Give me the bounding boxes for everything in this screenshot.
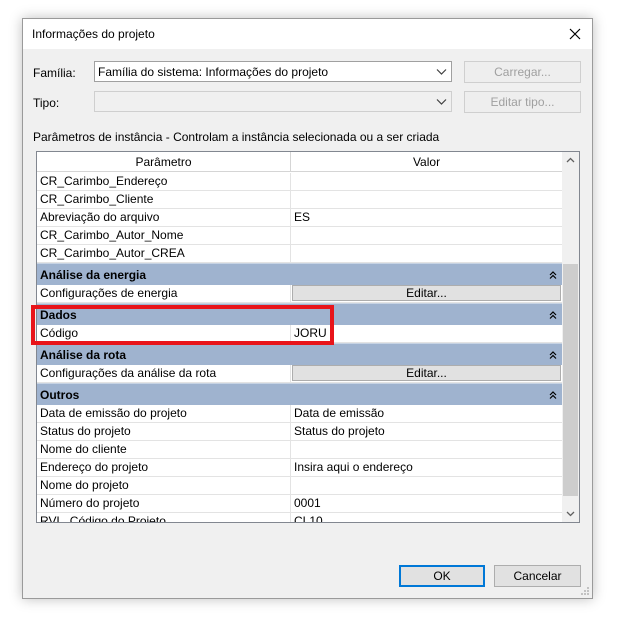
chevron-down-icon <box>436 69 447 75</box>
scroll-up-button[interactable] <box>562 152 579 169</box>
table-row[interactable]: Nome do cliente <box>37 441 563 459</box>
param-value[interactable] <box>291 191 563 208</box>
scroll-thumb[interactable] <box>563 264 578 496</box>
chevron-up-icon <box>566 157 575 163</box>
chevron-down-icon <box>436 99 447 105</box>
table-row[interactable]: Configurações da análise da rota Editar..… <box>37 365 563 383</box>
table-row[interactable]: CR_Carimbo_Endereço <box>37 173 563 191</box>
title-bar: Informações do projeto <box>23 19 592 49</box>
column-header-value[interactable]: Valor <box>291 152 563 172</box>
param-value: Editar... <box>291 365 563 382</box>
table-row[interactable]: Abreviação do arquivo ES <box>37 209 563 227</box>
group-header-other[interactable]: Outros <box>37 383 563 405</box>
edit-route-button[interactable]: Editar... <box>292 365 561 381</box>
table-row[interactable]: Data de emissão do projeto Data de emissã… <box>37 405 563 423</box>
param-name: Nome do cliente <box>37 441 291 458</box>
group-header-energy[interactable]: Análise da energia <box>37 263 563 285</box>
group-title: Análise da rota <box>40 347 127 362</box>
param-value[interactable] <box>291 245 563 262</box>
param-value[interactable]: Insira aqui o endereço <box>291 459 563 476</box>
table-row[interactable]: CR_Carimbo_Autor_CREA <box>37 245 563 263</box>
type-dropdown[interactable] <box>94 91 452 112</box>
instance-params-label: Parâmetros de instância - Controlam a in… <box>33 130 440 144</box>
close-icon <box>569 28 581 40</box>
param-name: Configurações de energia <box>37 285 291 302</box>
group-title: Outros <box>40 387 80 402</box>
chevron-down-icon <box>566 511 575 517</box>
param-value[interactable]: CL10 <box>291 513 563 522</box>
edit-energy-button[interactable]: Editar... <box>292 285 561 301</box>
collapse-icon[interactable] <box>549 390 557 399</box>
group-header-route[interactable]: Análise da rota <box>37 343 563 365</box>
param-name: Status do projeto <box>37 423 291 440</box>
collapse-icon[interactable] <box>549 310 557 319</box>
param-value[interactable]: 0001 <box>291 495 563 512</box>
param-name: Data de emissão do projeto <box>37 405 291 422</box>
param-name: CR_Carimbo_Autor_Nome <box>37 227 291 244</box>
param-value[interactable]: ES <box>291 209 563 226</box>
table-row[interactable]: Número do projeto 0001 <box>37 495 563 513</box>
scroll-down-button[interactable] <box>562 505 579 522</box>
family-value: Família do sistema: Informações do proje… <box>98 65 329 79</box>
param-value[interactable] <box>291 441 563 458</box>
table-row[interactable]: Configurações de energia Editar... <box>37 285 563 303</box>
family-label: Família: <box>33 66 76 80</box>
collapse-icon[interactable] <box>549 270 557 279</box>
group-title: Análise da energia <box>40 267 147 282</box>
param-name: CR_Carimbo_Endereço <box>37 173 291 190</box>
param-value[interactable] <box>291 227 563 244</box>
param-name: RVL_Código do Projeto <box>37 513 291 522</box>
table-row[interactable]: RVL_Código do Projeto CL10 <box>37 513 563 522</box>
resize-grip-icon[interactable] <box>580 586 590 596</box>
table-row[interactable]: CR_Carimbo_Cliente <box>37 191 563 209</box>
param-name: CR_Carimbo_Cliente <box>37 191 291 208</box>
table-row[interactable]: CR_Carimbo_Autor_Nome <box>37 227 563 245</box>
cancel-button[interactable]: Cancelar <box>494 565 581 587</box>
ok-button[interactable]: OK <box>399 565 485 587</box>
table-row[interactable]: Nome do projeto <box>37 477 563 495</box>
type-label: Tipo: <box>33 96 60 110</box>
vertical-scrollbar[interactable] <box>562 152 579 522</box>
family-dropdown[interactable]: Família do sistema: Informações do proje… <box>94 61 452 82</box>
param-name: Nome do projeto <box>37 477 291 494</box>
window-title: Informações do projeto <box>32 27 155 41</box>
table-row[interactable]: Status do projeto Status do projeto <box>37 423 563 441</box>
close-button[interactable] <box>558 19 592 49</box>
table-row[interactable]: Endereço do projeto Insira aqui o endereç… <box>37 459 563 477</box>
grid-header: Parâmetro Valor <box>37 152 563 173</box>
highlight-box <box>31 305 334 345</box>
param-value: Editar... <box>291 285 563 302</box>
param-name: Configurações da análise da rota <box>37 365 291 382</box>
param-value[interactable] <box>291 477 563 494</box>
param-name: CR_Carimbo_Autor_CREA <box>37 245 291 262</box>
column-header-parameter[interactable]: Parâmetro <box>37 152 291 172</box>
param-name: Abreviação do arquivo <box>37 209 291 226</box>
collapse-icon[interactable] <box>549 350 557 359</box>
param-value[interactable]: Status do projeto <box>291 423 563 440</box>
grid-rows: CR_Carimbo_Endereço CR_Carimbo_Cliente A… <box>37 173 563 522</box>
load-button[interactable]: Carregar... <box>464 61 581 83</box>
edit-type-button[interactable]: Editar tipo... <box>464 91 581 113</box>
param-name: Endereço do projeto <box>37 459 291 476</box>
param-value[interactable]: Data de emissão <box>291 405 563 422</box>
param-name: Número do projeto <box>37 495 291 512</box>
param-value[interactable] <box>291 173 563 190</box>
